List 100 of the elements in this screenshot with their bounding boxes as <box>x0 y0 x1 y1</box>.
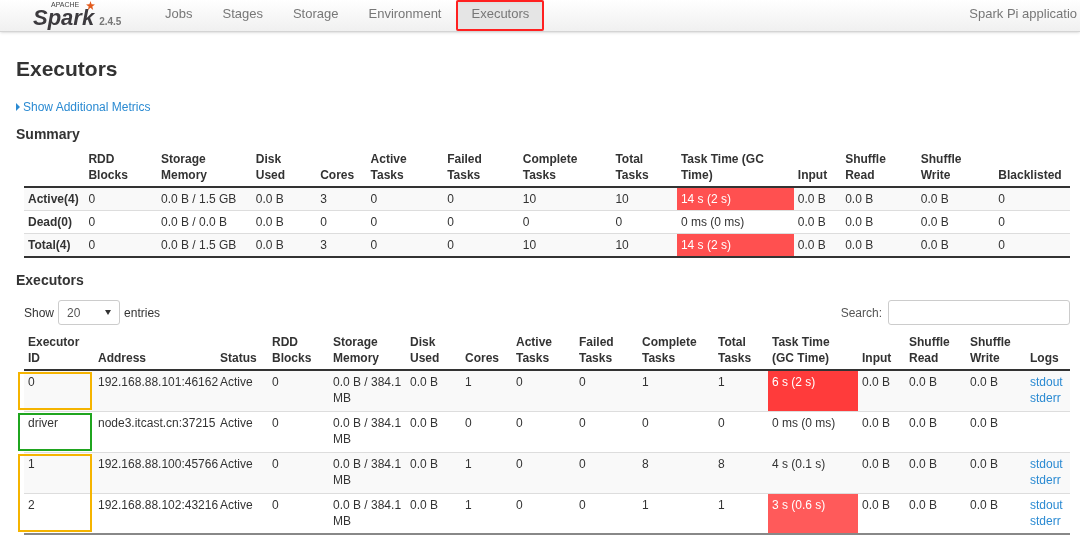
table-cell: 0.0 B <box>916 233 995 257</box>
log-link[interactable]: stdout <box>1030 496 1066 513</box>
table-cell: 0 <box>443 210 519 234</box>
column-header[interactable]: Active Tasks <box>366 151 444 187</box>
table-cell: 6 s (2 s) <box>768 370 858 411</box>
table-cell: 0 <box>994 233 1070 257</box>
column-header[interactable]: Storage Memory <box>329 334 406 370</box>
column-header[interactable]: Address <box>94 334 216 370</box>
table-cell: 0.0 B <box>793 210 842 234</box>
caret-icon <box>105 310 112 315</box>
column-header[interactable]: Blacklisted <box>994 151 1070 187</box>
column-header[interactable]: Cores <box>461 334 512 370</box>
table-cell: 0.0 B <box>966 493 1026 534</box>
table-cell: 0.0 B <box>905 370 966 411</box>
column-header[interactable]: Input <box>858 334 905 370</box>
column-header[interactable]: Disk Used <box>251 151 317 187</box>
table-cell: 0.0 B <box>406 493 461 534</box>
table-cell: 0.0 B <box>841 233 917 257</box>
column-header[interactable]: Total Tasks <box>611 151 677 187</box>
table-cell: 8 <box>638 452 714 493</box>
table-cell: 0.0 B <box>858 452 905 493</box>
column-header[interactable]: RDD Blocks <box>268 334 329 370</box>
table-cell: 0.0 B / 384.1 MB <box>329 452 406 493</box>
show-label: Show <box>24 304 55 322</box>
log-link[interactable]: stdout <box>1030 374 1066 390</box>
column-header[interactable]: Task Time (GC Time) <box>676 151 794 187</box>
nav-tab[interactable]: Stages <box>207 0 278 31</box>
table-cell: 0 <box>443 187 519 211</box>
column-header[interactable]: Complete Tasks <box>518 151 612 187</box>
table-cell: 0 <box>714 411 768 452</box>
column-header[interactable]: Cores <box>316 151 367 187</box>
log-link[interactable]: stderr <box>1030 471 1066 488</box>
column-header[interactable]: Failed Tasks <box>575 334 638 370</box>
table-cell: 0.0 B <box>905 452 966 493</box>
table-cell: 0 ms (0 ms) <box>768 411 858 452</box>
nav-tab[interactable]: Executors <box>456 0 545 31</box>
column-header[interactable]: Total Tasks <box>714 334 768 370</box>
column-header[interactable]: Storage Memory <box>157 151 252 187</box>
column-header[interactable]: Disk Used <box>406 334 461 370</box>
log-link[interactable]: stderr <box>1030 390 1066 406</box>
table-cell: 0.0 B <box>916 210 995 234</box>
column-header[interactable]: Shuffle Write <box>916 151 995 187</box>
table-cell: 0.0 B <box>858 493 905 534</box>
table-cell: 14 s (2 s) <box>676 187 794 211</box>
table-cell: 0 <box>366 233 444 257</box>
version-label: 2.4.5 <box>99 15 122 29</box>
column-header[interactable]: RDD Blocks <box>84 151 157 187</box>
table-cell: 0.0 B / 0.0 B <box>157 210 252 234</box>
page-size-dropdown[interactable]: 20 <box>58 300 121 325</box>
column-header[interactable]: Executor ID <box>24 334 94 370</box>
log-link[interactable]: stdout <box>1030 455 1066 472</box>
column-header[interactable]: Shuffle Read <box>841 151 917 187</box>
nav-tab[interactable]: Environment <box>353 0 457 31</box>
table-cell: 192.168.88.100:45766 <box>94 452 216 493</box>
column-header[interactable]: Shuffle Read <box>905 334 966 370</box>
search-field[interactable] <box>888 300 1070 325</box>
table-cell: 0 <box>443 233 519 257</box>
column-header[interactable]: Input <box>793 151 842 187</box>
nav-tab[interactable]: Jobs <box>150 0 208 31</box>
show-metrics-link[interactable]: Show Additional Metrics <box>16 98 151 116</box>
row-header: Active(4) <box>24 187 85 211</box>
table-cell: 0.0 B <box>251 233 317 257</box>
table-cell: 1 <box>461 370 512 411</box>
column-header[interactable]: Complete Tasks <box>638 334 714 370</box>
column-header[interactable]: Task Time (GC Time) <box>768 334 858 370</box>
table-cell: 1 <box>638 493 714 534</box>
table-cell: 0 <box>638 411 714 452</box>
column-header[interactable]: Failed Tasks <box>443 151 519 187</box>
table-cell: 3 s (0.6 s) <box>768 493 858 534</box>
section-title: Summary <box>16 126 81 142</box>
section-title: Executors <box>16 272 85 288</box>
table-cell: 0 <box>518 210 612 234</box>
table-cell: 0.0 B <box>966 411 1026 452</box>
entries-label: entries <box>124 304 161 322</box>
table-cell: 0 <box>84 233 157 257</box>
table-cell: Active <box>216 411 268 452</box>
table-cell: 0 <box>994 210 1070 234</box>
table-cell: 8 <box>714 452 768 493</box>
log-link[interactable]: stderr <box>1030 512 1066 529</box>
nav-tab[interactable]: Storage <box>277 0 354 31</box>
table-cell: 1 <box>714 370 768 411</box>
table-cell: 0 <box>512 493 575 534</box>
column-header[interactable]: Logs <box>1026 334 1070 370</box>
table-cell: 0.0 B / 1.5 GB <box>157 187 252 211</box>
search-label: Search: <box>840 304 882 322</box>
column-header[interactable]: Shuffle Write <box>966 334 1026 370</box>
table-cell: 0 <box>84 210 157 234</box>
table-cell: node3.itcast.cn:37215 <box>94 411 216 452</box>
table-cell: 192.168.88.102:43216 <box>94 493 216 534</box>
table-cell: 0 <box>268 493 329 534</box>
table-cell: 1 <box>461 493 512 534</box>
table-cell: 0 <box>994 187 1070 211</box>
table-cell: 0.0 B <box>905 493 966 534</box>
column-header[interactable]: Active Tasks <box>512 334 575 370</box>
table-cell: 0.0 B <box>966 370 1026 411</box>
table-cell: 2 <box>24 493 94 534</box>
table-cell: 0 <box>316 210 367 234</box>
column-header[interactable]: Status <box>216 334 268 370</box>
table-cell: 0.0 B <box>841 210 917 234</box>
star-icon <box>86 1 95 10</box>
